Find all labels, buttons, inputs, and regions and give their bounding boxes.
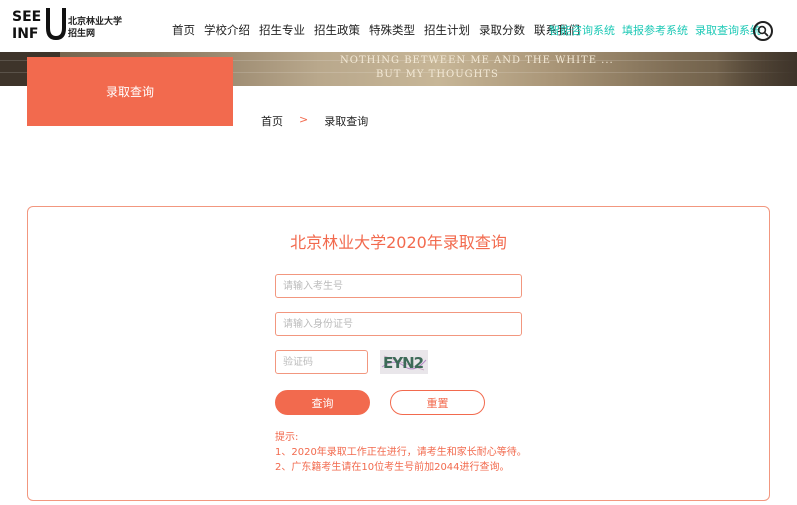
link-consult-system[interactable]: 智能咨询系统 [549,22,615,38]
breadcrumb: 首页 > 录取查询 [261,113,368,129]
id-number-input[interactable] [275,312,522,336]
breadcrumb-home[interactable]: 首页 [261,113,283,129]
nav-item-about[interactable]: 学校介绍 [204,22,250,38]
nav-item-special[interactable]: 特殊类型 [369,22,415,38]
nav-item-policy[interactable]: 招生政策 [314,22,360,38]
breadcrumb-current: 录取查询 [324,115,369,128]
university-logo[interactable]: SEE INF [10,6,66,42]
site-header: SEE INF 北京林业大学 招生网 首页 学校介绍 招生专业 招生政策 特殊类… [0,0,797,52]
nav-item-plan[interactable]: 招生计划 [424,22,470,38]
exam-number-input[interactable] [275,274,522,298]
section-title-tab: 录取查询 [27,57,233,126]
query-tips: 提示: 1、2020年录取工作正在进行，请考生和家长耐心等待。 2、广东籍考生请… [275,430,527,475]
captcha-input[interactable] [275,350,368,374]
tips-title: 提示: [275,432,299,443]
site-name-line1: 北京林业大学 [68,17,123,27]
svg-text:INF: INF [12,26,39,42]
breadcrumb-separator: > [299,113,309,126]
search-icon [757,25,769,37]
site-name-line2: 招生网 [68,29,96,39]
main-nav: 首页 学校介绍 招生专业 招生政策 特殊类型 招生计划 录取分数 联系我们 [172,22,589,38]
nav-item-scores[interactable]: 录取分数 [479,22,525,38]
query-button[interactable]: 查询 [275,390,370,415]
query-title: 北京林业大学2020年录取查询 [290,233,507,252]
tip-item: 2、广东籍考生请在10位考生号前加2044进行查询。 [275,462,510,473]
admission-query-panel: 北京林业大学2020年录取查询 EYN2 查询 重置 提示: 1、2020年录取… [27,206,770,501]
banner-quote-line2: BUT MY THOUGHTS [376,69,499,80]
search-button[interactable] [753,21,773,41]
link-reference-system[interactable]: 填报参考系统 [622,22,688,38]
nav-item-majors[interactable]: 招生专业 [259,22,305,38]
system-links: 智能咨询系统 填报参考系统 录取查询系统 [549,22,768,38]
captcha-text: EYN2 [383,354,424,372]
reset-button[interactable]: 重置 [390,390,485,415]
site-name[interactable]: 北京林业大学 招生网 [68,16,122,40]
tip-item: 1、2020年录取工作正在进行，请考生和家长耐心等待。 [275,447,527,458]
banner-quote: NOTHING BETWEEN ME AND THE WHITE ... BUT… [340,54,614,82]
nav-item-home[interactable]: 首页 [172,22,195,38]
banner-quote-line1: NOTHING BETWEEN ME AND THE WHITE ... [340,55,614,66]
svg-text:SEE: SEE [12,9,41,25]
link-admission-query-system[interactable]: 录取查询系统 [695,22,761,38]
captcha-image[interactable]: EYN2 [380,350,428,374]
